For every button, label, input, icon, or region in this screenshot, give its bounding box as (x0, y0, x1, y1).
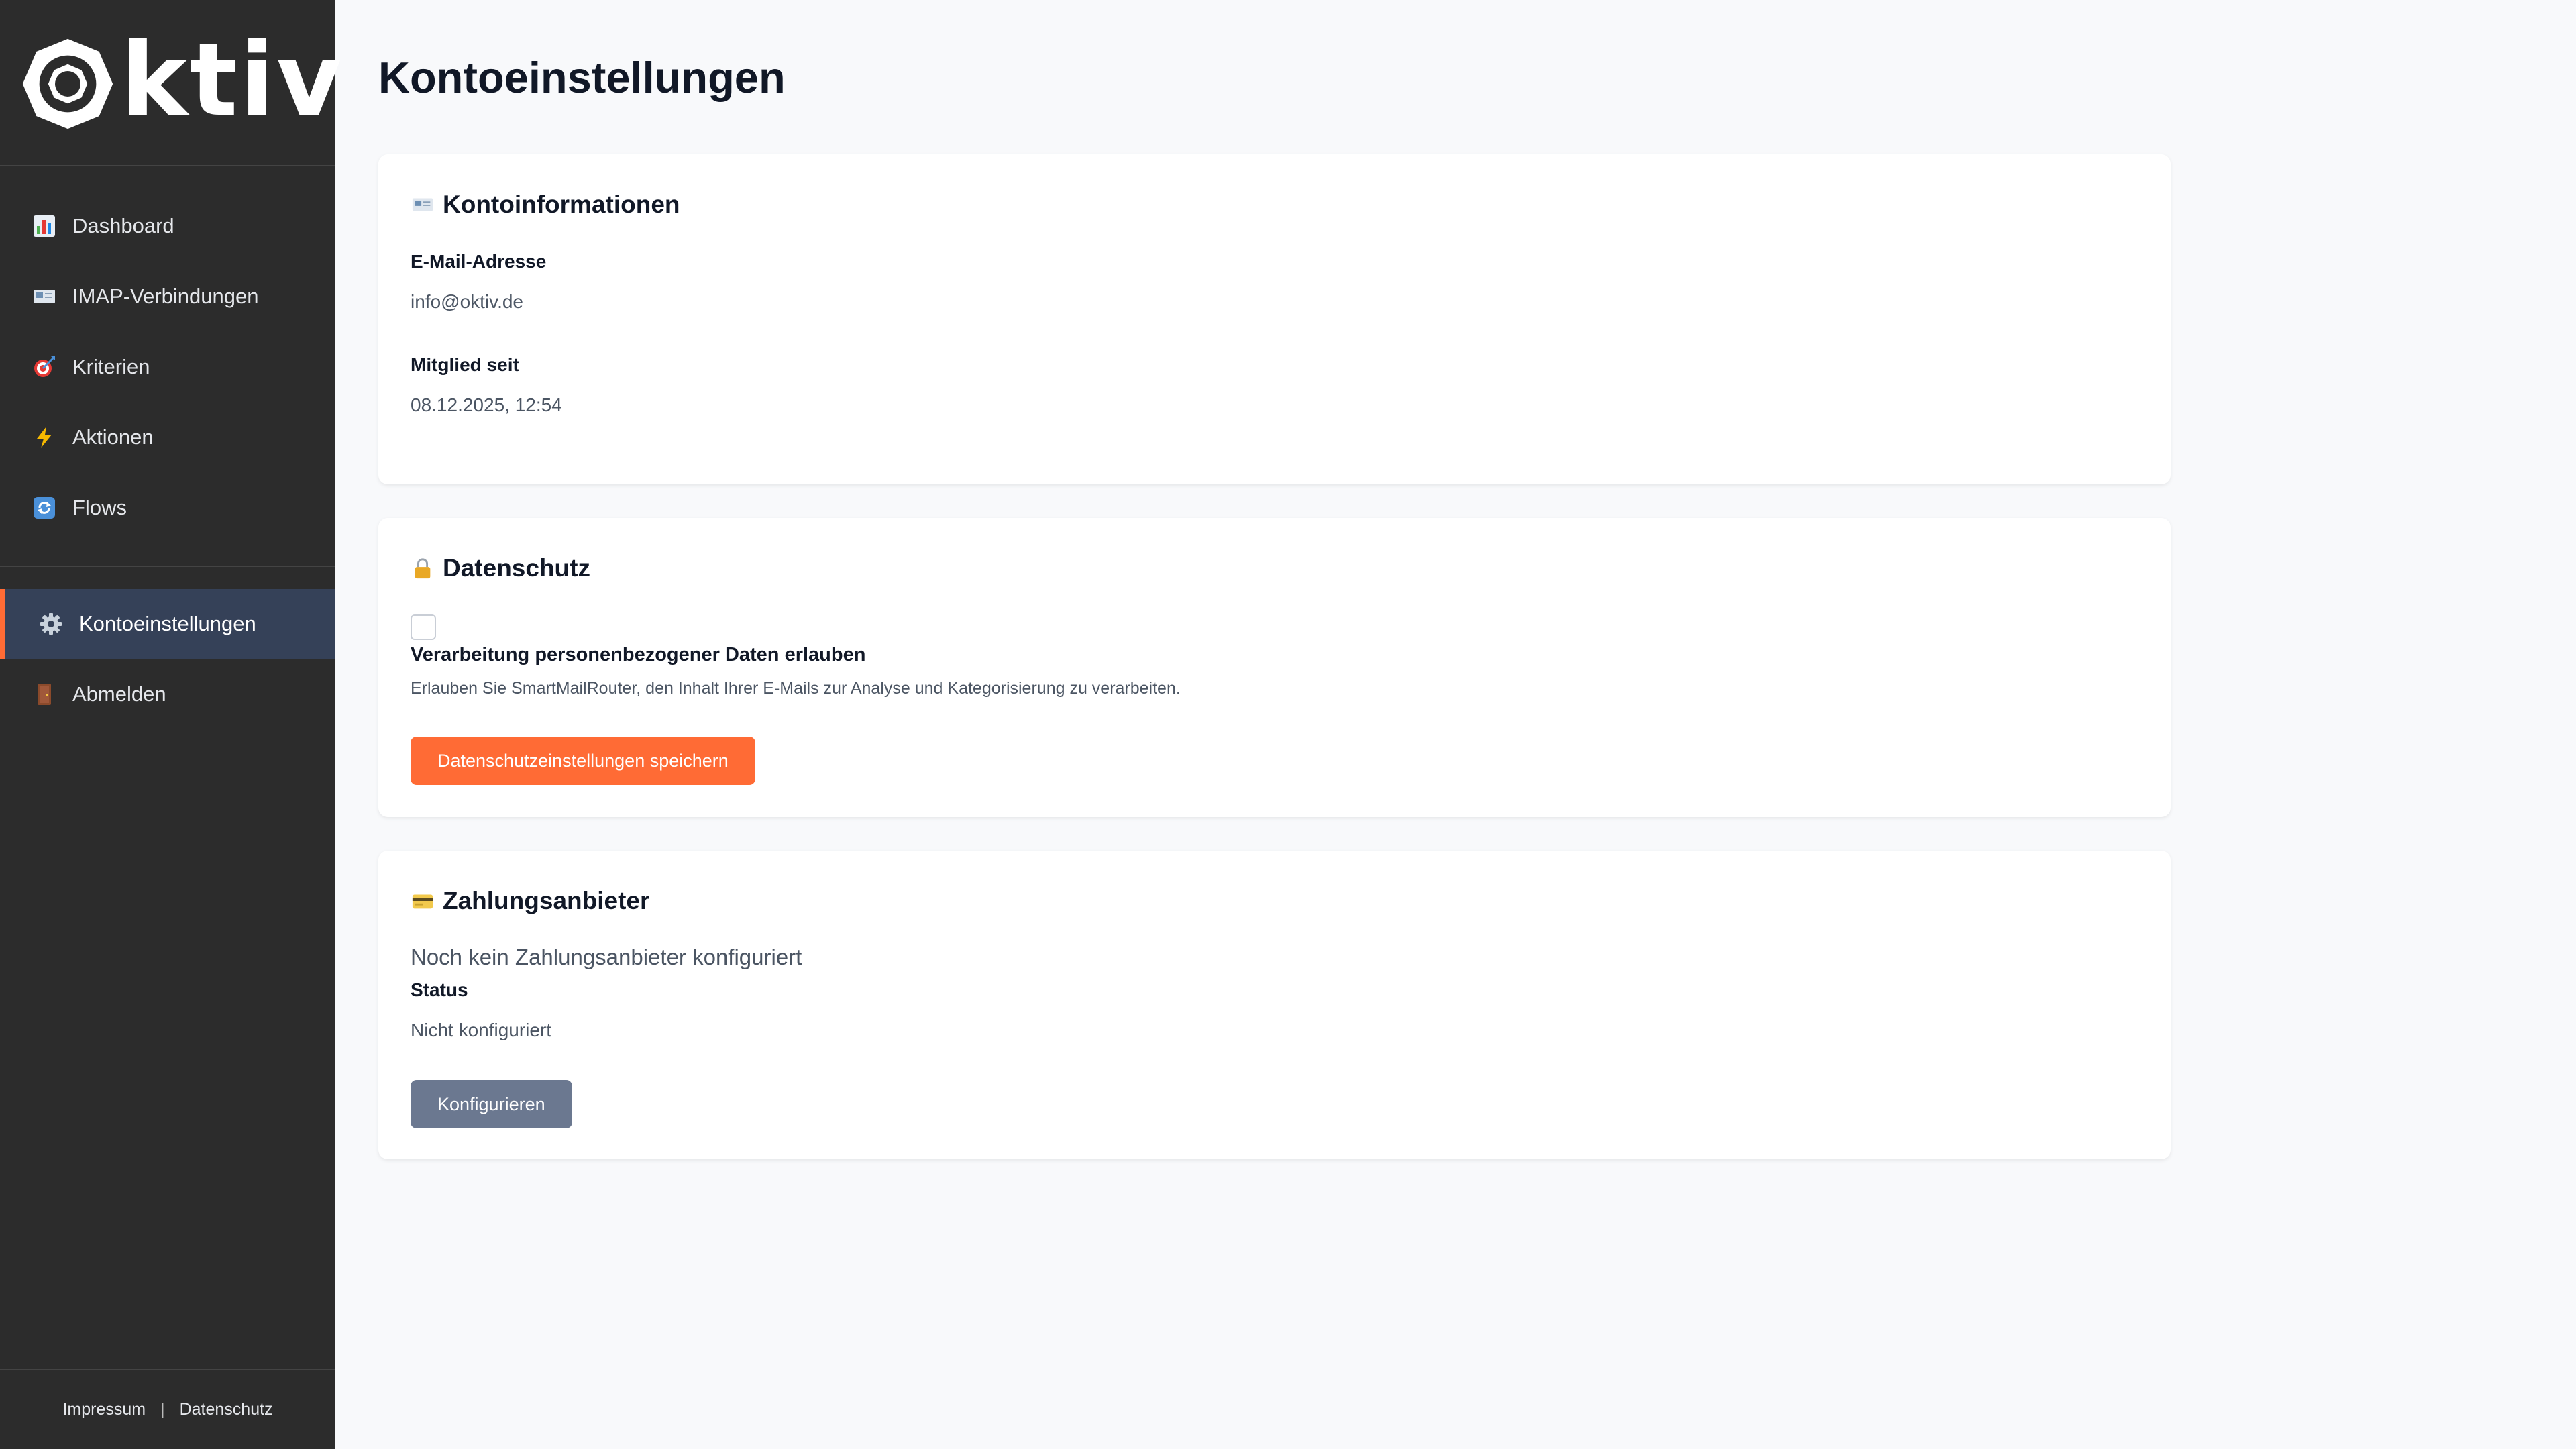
door-icon (31, 681, 58, 708)
configure-button[interactable]: Konfigurieren (411, 1080, 572, 1128)
sidebar-item-label: IMAP-Verbindungen (72, 284, 259, 308)
sidebar-item-label: Dashboard (72, 214, 174, 237)
target-icon (31, 354, 58, 380)
member-since-label: Mitglied seit (411, 354, 519, 375)
sidebar-item-aktionen[interactable]: Aktionen (0, 402, 335, 472)
email-icon (411, 193, 435, 217)
card-title: Datenschutz (411, 554, 590, 582)
impressum-link[interactable]: Impressum (62, 1400, 146, 1419)
privacy-help-text: Erlauben Sie SmartMailRouter, den Inhalt… (411, 679, 1181, 698)
sidebar-item-label: Kriterien (72, 355, 150, 378)
sidebar-item-abmelden[interactable]: Abmelden (0, 659, 335, 729)
logo-text: ktiv (121, 22, 344, 139)
main-content: Kontoeinstellungen Kontoinformationen E-… (335, 0, 2576, 1449)
card-title: Kontoinformationen (411, 191, 680, 219)
sidebar-item-label: Abmelden (72, 682, 166, 706)
lock-icon (411, 556, 435, 580)
gear-icon (38, 610, 64, 637)
payment-notice: Noch kein Zahlungsanbieter konfiguriert (411, 945, 802, 969)
bar-chart-icon (31, 213, 58, 239)
sidebar-item-label: Aktionen (72, 425, 154, 449)
app: ktiv Dashboard IMAP-Verbindungen Kriteri… (0, 0, 2576, 1449)
account-info-card: Kontoinformationen E-Mail-Adresse info@o… (378, 154, 2171, 484)
sidebar-item-kriterien[interactable]: Kriterien (0, 332, 335, 402)
sidebar-item-imap-verbindungen[interactable]: IMAP-Verbindungen (0, 262, 335, 331)
page-title: Kontoeinstellungen (378, 53, 786, 102)
sidebar: ktiv Dashboard IMAP-Verbindungen Kriteri… (0, 0, 342, 1449)
privacy-card: Datenschutz Verarbeitung personenbezogen… (378, 518, 2171, 817)
sidebar-item-label: Kontoeinstellungen (79, 612, 256, 635)
card-title-text: Datenschutz (443, 554, 590, 582)
sidebar-footer: Impressum | Datenschutz (0, 1368, 335, 1449)
member-since-value: 08.12.2025, 12:54 (411, 394, 562, 415)
status-label: Status (411, 979, 468, 1000)
sidebar-item-kontoeinstellungen[interactable]: Kontoeinstellungen (0, 589, 335, 659)
lightning-icon (31, 424, 58, 451)
card-title-text: Zahlungsanbieter (443, 887, 650, 914)
footer-separator: | (160, 1399, 165, 1419)
email-value: info@oktiv.de (411, 291, 523, 312)
sidebar-divider (0, 566, 335, 567)
logo-icon (22, 38, 113, 129)
payment-card: Zahlungsanbieter Noch kein Zahlungsanbie… (378, 851, 2171, 1159)
sidebar-item-label: Flows (72, 496, 127, 519)
email-icon (31, 283, 58, 310)
credit-card-icon (411, 889, 435, 913)
sidebar-item-dashboard[interactable]: Dashboard (0, 191, 335, 261)
privacy-checkbox-label[interactable]: Verarbeitung personenbezogener Daten erl… (411, 644, 865, 666)
sidebar-item-flows[interactable]: Flows (0, 473, 335, 543)
status-value: Nicht konfiguriert (411, 1020, 552, 1040)
refresh-icon (31, 494, 58, 521)
card-title-text: Kontoinformationen (443, 191, 680, 218)
save-privacy-button[interactable]: Datenschutzeinstellungen speichern (411, 737, 755, 785)
card-title: Zahlungsanbieter (411, 887, 649, 915)
logo[interactable]: ktiv (0, 0, 342, 166)
privacy-checkbox[interactable] (411, 614, 436, 640)
email-label: E-Mail-Adresse (411, 251, 547, 272)
datenschutz-link[interactable]: Datenschutz (180, 1400, 273, 1419)
